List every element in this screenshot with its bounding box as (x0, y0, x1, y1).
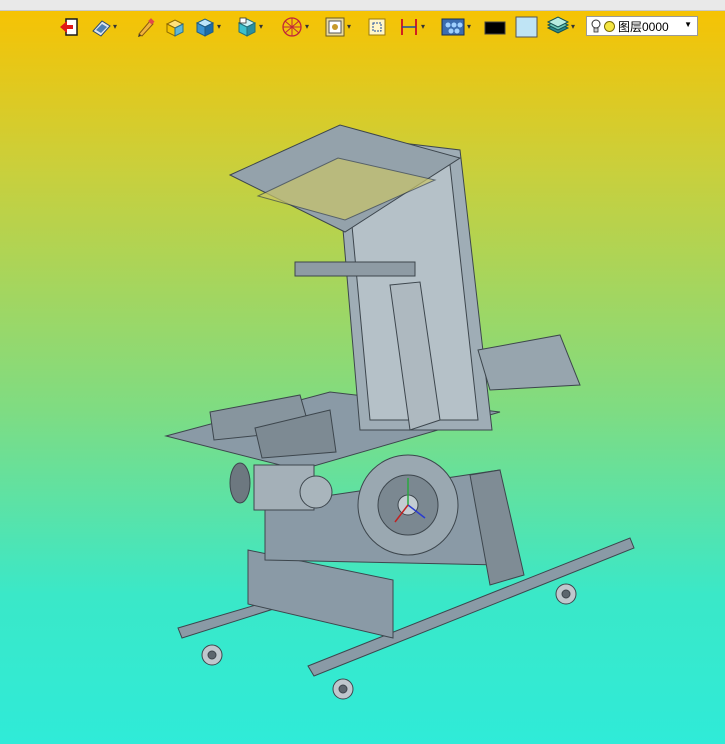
layers-icon (546, 16, 570, 34)
open-file-button[interactable]: ▾ (90, 14, 117, 40)
color-icon (484, 21, 506, 35)
wireframe-button[interactable]: ▾ (280, 14, 309, 40)
measure-icon (401, 19, 417, 35)
lightbulb-icon[interactable] (591, 19, 601, 33)
layer-dropdown[interactable]: 图层0000 ▼ (586, 16, 698, 36)
chevron-down-icon[interactable]: ▼ (684, 20, 692, 29)
cube-icon (195, 18, 215, 37)
zoom-window-icon (368, 18, 386, 36)
chevron-down-icon[interactable]: ▾ (259, 23, 263, 31)
chevron-down-icon[interactable]: ▾ (467, 23, 471, 31)
layers-button[interactable]: ▾ (546, 14, 575, 40)
chevron-down-icon[interactable]: ▾ (571, 23, 575, 31)
sketch-button[interactable] (134, 14, 156, 40)
measure-button[interactable]: ▾ (398, 14, 425, 40)
chevron-down-icon[interactable]: ▾ (421, 23, 425, 31)
render-icon (441, 18, 465, 36)
solid-box-icon (165, 19, 185, 37)
chevron-down-icon[interactable]: ▾ (347, 23, 351, 31)
view-cube-button[interactable]: ▾ (236, 14, 263, 40)
layer-name: 图层0000 (618, 19, 669, 34)
exit-icon (60, 18, 78, 36)
zoom-window-button[interactable] (366, 14, 388, 40)
cube-button[interactable]: ▾ (194, 14, 221, 40)
pencil-icon (138, 18, 155, 37)
machine-model[interactable] (0, 0, 725, 744)
select-filter-button[interactable]: ▾ (324, 14, 351, 40)
chevron-down-icon[interactable]: ▾ (305, 23, 309, 31)
main-toolbar: ▾ ▾ ▾ ▾ ▾ ▾ ▾ ▾ 图层0000 ▼ (0, 14, 725, 42)
background-color-icon (515, 16, 538, 38)
open-file-icon (92, 20, 111, 37)
render-button[interactable]: ▾ (440, 14, 471, 40)
cube-view-icon (237, 17, 257, 37)
chevron-down-icon[interactable]: ▾ (217, 23, 221, 31)
wireframe-sphere-icon (282, 17, 302, 37)
exit-button[interactable] (58, 14, 80, 40)
chevron-down-icon[interactable]: ▾ (113, 23, 117, 31)
line-color-button[interactable] (484, 14, 506, 40)
layer-color-dot (604, 20, 615, 32)
select-filter-icon (325, 17, 345, 37)
background-color-button[interactable] (515, 14, 539, 40)
solid-button[interactable] (164, 14, 186, 40)
